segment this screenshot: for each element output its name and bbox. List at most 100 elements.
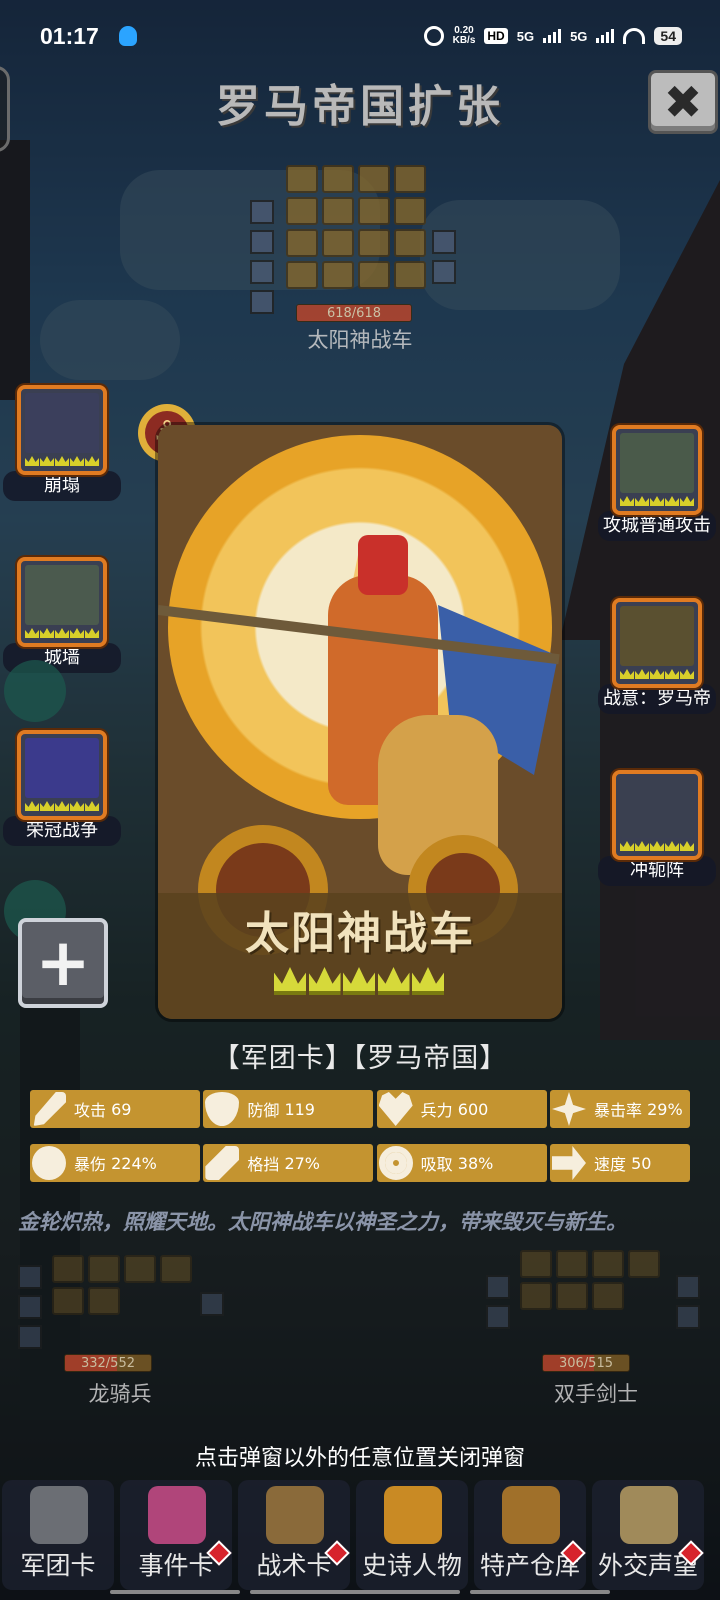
- skill-slot-left-1[interactable]: 崩塌: [2, 385, 122, 501]
- page-title: 罗马帝国扩张: [216, 81, 504, 132]
- unit-hp-bar: 332/552: [64, 1354, 152, 1372]
- stat-speed: 速度 50: [549, 1144, 690, 1182]
- skill-collapse-icon: [17, 385, 107, 475]
- stat-label: 吸取: [420, 1155, 453, 1174]
- nav-label: 史诗人物: [361, 1551, 462, 1580]
- enemy-unit-name: 太阳神战车: [307, 328, 413, 352]
- stat-troops: 兵力 600: [376, 1090, 547, 1128]
- skill-yoke-formation-icon: [612, 770, 702, 860]
- bottom-nav: 军团卡 事件卡 战术卡 史诗人物 特产仓库 外交声望: [0, 1480, 720, 1590]
- skill-siege-attack-icon: [612, 425, 702, 515]
- enemy-side-units-left: [250, 200, 274, 314]
- crown-rating-icon: [412, 967, 444, 995]
- scroll-icon: [148, 1486, 206, 1544]
- wifi-icon: [623, 28, 646, 44]
- card-name: 太阳神战车: [245, 908, 475, 959]
- close-hint: 点击弹窗以外的任意位置关闭弹窗: [194, 1446, 525, 1471]
- block-icon: [205, 1146, 240, 1180]
- crown-rating-icon: [308, 967, 341, 995]
- plus-icon: +: [35, 924, 91, 1001]
- helmet-icon: [30, 1486, 88, 1544]
- hd-voice-icon: HD: [484, 28, 508, 44]
- stat-value: 69: [111, 1099, 132, 1119]
- unit-name: 双手剑士: [554, 1382, 638, 1406]
- stat-attack: 攻击 69: [30, 1090, 200, 1128]
- close-icon: ✖: [663, 75, 703, 129]
- stat-label: 暴伤: [74, 1155, 107, 1174]
- ally-side-units-mid: [200, 1292, 224, 1316]
- card-tags: 【军团卡】【罗马帝国】: [212, 1043, 508, 1074]
- letter-icon: [620, 1486, 678, 1544]
- stat-value: 50: [631, 1153, 652, 1173]
- enemy-hp-text: 618/618: [326, 306, 381, 321]
- gesture-bar: [250, 1590, 460, 1594]
- status-bar: 01:17 0.20 KB/s HD 5G 5G 54: [0, 0, 720, 72]
- speed-icon: [551, 1146, 586, 1180]
- crown-rating-icon: [377, 967, 410, 995]
- nav-epic-characters[interactable]: 史诗人物: [356, 1480, 468, 1590]
- add-card-button[interactable]: +: [18, 918, 108, 1008]
- stat-crit-rate: 暴击率 29%: [549, 1090, 690, 1128]
- crown-icon: [384, 1486, 442, 1544]
- network-speed: 0.20 KB/s: [453, 26, 476, 46]
- nav-specialty-warehouse[interactable]: 特产仓库: [474, 1480, 586, 1590]
- gesture-bar: [470, 1590, 610, 1594]
- signal-bars-1-icon: [543, 29, 562, 43]
- chest-icon: [502, 1486, 560, 1544]
- nav-label: 军团卡: [20, 1551, 96, 1580]
- skill-wall-icon: [17, 557, 107, 647]
- stat-crit-damage: 暴伤 224%: [30, 1144, 200, 1182]
- stat-absorb: 吸取 38%: [376, 1144, 547, 1182]
- crown-rating-icon: [343, 967, 375, 995]
- stat-label: 速度: [593, 1155, 626, 1174]
- crest-icon: [266, 1486, 324, 1544]
- qq-notification-icon: [118, 26, 137, 46]
- card-description: 金轮炽热，照耀天地。太阳神战车以神圣之力，带来毁灭与新生。: [18, 1210, 627, 1234]
- enemy-unit-formation: [286, 165, 426, 289]
- ally-side-units-left: [18, 1265, 42, 1349]
- enemy-side-units-right: [432, 230, 456, 284]
- skill-slot-right-2[interactable]: 战意：罗马帝: [597, 598, 717, 714]
- skill-slot-right-1[interactable]: 攻城普通攻击: [597, 425, 717, 541]
- side-circle-decoration: [4, 660, 66, 722]
- unit-hp-bar: 306/515: [542, 1354, 630, 1372]
- signal-label-1: 5G: [516, 28, 535, 44]
- signal-label-2: 5G: [570, 28, 588, 44]
- skill-slot-left-2[interactable]: 城墙: [2, 557, 122, 673]
- skill-label: 战意：罗马帝: [598, 684, 716, 714]
- nav-event-cards[interactable]: 事件卡: [120, 1480, 232, 1590]
- legion-card: 太阳神战车: [158, 425, 562, 1019]
- status-icons: 0.20 KB/s HD 5G 5G 54: [423, 26, 682, 46]
- unit-hp-text: 332/552: [80, 1356, 135, 1371]
- stat-value: 224%: [111, 1153, 157, 1173]
- stat-value: 119: [284, 1099, 315, 1119]
- popup-header: 罗马帝国扩张 ✖: [0, 64, 720, 152]
- card-art-helmet: [358, 535, 408, 595]
- enemy-hp-bar: 618/618: [296, 304, 412, 322]
- stat-value: 600: [457, 1099, 489, 1119]
- skill-war-spirit-icon: [612, 598, 702, 688]
- nav-tactic-cards[interactable]: 战术卡: [238, 1480, 350, 1590]
- absorb-icon: [378, 1146, 413, 1180]
- stat-value: 29%: [647, 1099, 683, 1119]
- nav-legion-cards[interactable]: 军团卡: [2, 1480, 114, 1590]
- stats-grid: 攻击 69 防御 119 兵力 600 暴击率 29% 暴伤 224% 格挡 2…: [30, 1090, 690, 1182]
- skill-label: 冲轭阵: [598, 856, 716, 886]
- close-button[interactable]: ✖: [648, 70, 718, 134]
- stat-label: 攻击: [74, 1101, 107, 1120]
- skill-slot-right-3[interactable]: 冲轭阵: [597, 770, 717, 886]
- skill-label: 攻城普通攻击: [598, 511, 716, 541]
- burst-icon: [32, 1146, 66, 1180]
- stat-value: 38%: [457, 1153, 494, 1173]
- unit-hp-text: 306/515: [558, 1356, 613, 1371]
- sword-icon: [33, 1092, 66, 1126]
- ally-side-units-far-right: [676, 1275, 700, 1329]
- skill-slot-left-3[interactable]: 荣冠战争: [2, 730, 122, 846]
- card-star-rating: [274, 967, 444, 1001]
- stat-label: 暴击率: [593, 1101, 642, 1120]
- gesture-bar: [110, 1590, 240, 1594]
- clock: 01:17: [40, 22, 99, 49]
- nav-diplomacy[interactable]: 外交声望: [592, 1480, 704, 1590]
- crown-rating-icon: [274, 967, 306, 995]
- crit-icon: [551, 1092, 586, 1126]
